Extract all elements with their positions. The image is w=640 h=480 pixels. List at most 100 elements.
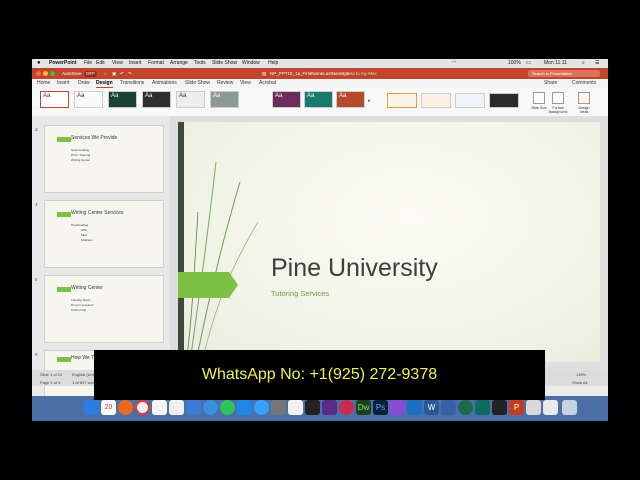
theme-office[interactable]: Aa	[40, 91, 69, 108]
slide-thumbnail-pane[interactable]: Services We Provide Grant funding Ph.D. …	[32, 116, 170, 418]
variant-4[interactable]	[489, 93, 519, 108]
wifi-icon[interactable]: ◠	[452, 59, 456, 68]
messages-icon[interactable]	[203, 400, 218, 415]
app-menu[interactable]: PowerPoint	[49, 59, 77, 68]
notes-icon[interactable]	[152, 400, 167, 415]
show-all-button[interactable]: Show All	[572, 380, 587, 385]
thumb-bullet: Writing Center	[71, 158, 91, 162]
theme-6[interactable]: Aa	[210, 91, 239, 108]
whatsapp-icon[interactable]	[220, 400, 235, 415]
share-button[interactable]: Share	[544, 79, 557, 88]
dreamweaver-icon[interactable]: Dw	[356, 400, 371, 415]
tab-animations[interactable]: Animations	[152, 79, 177, 88]
zoom-window-button[interactable]	[50, 71, 55, 76]
autosave-toggle[interactable]: OFF	[84, 70, 97, 77]
theme-5[interactable]: Aa	[176, 91, 205, 108]
variant-3[interactable]	[455, 93, 485, 108]
textedit-icon[interactable]	[169, 400, 184, 415]
minimize-window-button[interactable]	[43, 71, 48, 76]
sharepoint-icon[interactable]	[475, 400, 490, 415]
battery-percent[interactable]: 100%	[508, 59, 521, 68]
menu-edit[interactable]: Edit	[96, 59, 105, 68]
list-icon[interactable]: ☰	[595, 59, 599, 68]
slide-subtitle[interactable]: Tutoring Services	[271, 289, 329, 298]
tab-design[interactable]: Design	[96, 80, 113, 88]
finder-icon[interactable]	[84, 400, 99, 415]
tab-acrobat[interactable]: Acrobat	[259, 79, 276, 88]
zoom-level[interactable]: 135%	[576, 372, 586, 377]
tab-insert[interactable]: Insert	[57, 79, 70, 88]
slide-thumbnail-5[interactable]: Writing Center Tutoring hours Drop-in se…	[44, 275, 164, 343]
variant-1[interactable]	[387, 93, 417, 108]
trash-icon[interactable]	[562, 400, 577, 415]
outlook-icon[interactable]	[407, 400, 422, 415]
search-icon[interactable]: ⌕	[582, 59, 585, 68]
slide-editor[interactable]: Pine University Tutoring Services	[170, 116, 608, 370]
format-background-button[interactable]: Format Background	[548, 92, 568, 114]
xcode-icon[interactable]	[271, 400, 286, 415]
menu-tools[interactable]: Tools	[194, 59, 206, 68]
safari-icon[interactable]	[254, 400, 269, 415]
theme-4[interactable]: Aa	[142, 91, 171, 108]
page-count: Page 1 of 4	[40, 380, 61, 385]
battery-icon[interactable]: ▭	[526, 59, 531, 68]
menu-window[interactable]: Window	[242, 59, 260, 68]
menu-help[interactable]: Help	[268, 59, 278, 68]
menu-slide-show[interactable]: Slide Show	[212, 59, 237, 68]
design-ribbon: Aa Aa Aa Aa Aa Aa Aa Aa Aa ▸ Slide Size …	[32, 88, 608, 117]
redo-icon[interactable]: ↷	[128, 68, 132, 79]
unity-icon[interactable]	[305, 400, 320, 415]
chrome-icon[interactable]	[135, 400, 150, 415]
visual-studio-icon[interactable]	[390, 400, 405, 415]
tab-view[interactable]: View	[240, 79, 251, 88]
close-window-button[interactable]	[36, 71, 41, 76]
thumb-bullet: Grant funding	[71, 148, 90, 152]
tab-home[interactable]: Home	[37, 79, 50, 88]
save-icon[interactable]: ▣	[112, 68, 116, 79]
theme-3[interactable]: Aa	[108, 91, 137, 108]
downloads-icon[interactable]	[526, 400, 541, 415]
activity-monitor-icon[interactable]	[492, 400, 507, 415]
tab-slide-show[interactable]: Slide Show	[185, 79, 210, 88]
keynote-icon[interactable]	[186, 400, 201, 415]
calendar-icon[interactable]: 20	[101, 400, 116, 415]
menu-file[interactable]: File	[84, 59, 92, 68]
word-icon[interactable]: W	[424, 400, 439, 415]
undo-icon[interactable]: ↶	[120, 68, 124, 79]
clock[interactable]: Mon 11:11	[544, 59, 567, 68]
zoom-app-icon[interactable]	[237, 400, 252, 415]
apple-icon[interactable]: ●	[37, 59, 41, 68]
menu-arrange[interactable]: Arrange	[170, 59, 188, 68]
teams-icon[interactable]	[458, 400, 473, 415]
slide-title[interactable]: Pine University	[271, 254, 438, 283]
slide-size-button[interactable]: Slide Size	[529, 92, 549, 110]
slide-thumbnail-3[interactable]: Services We Provide Grant funding Ph.D. …	[44, 125, 164, 193]
tab-draw[interactable]: Draw	[78, 79, 90, 88]
design-ideas-button[interactable]: Design Ideas	[574, 92, 594, 114]
powerpoint-icon[interactable]: P	[509, 400, 524, 415]
menu-format[interactable]: Format	[148, 59, 164, 68]
theme-7[interactable]: Aa	[272, 91, 301, 108]
preview-icon[interactable]	[288, 400, 303, 415]
theme-9[interactable]: Aa	[336, 91, 365, 108]
tab-review[interactable]: Review	[217, 79, 233, 88]
theme-2[interactable]: Aa	[74, 91, 103, 108]
comments-button[interactable]: Comments	[572, 79, 596, 88]
saved-state: Saved to my Mac	[342, 71, 377, 76]
theme-gallery-more-icon[interactable]: ▸	[368, 98, 371, 104]
music-icon[interactable]	[339, 400, 354, 415]
photoshop-icon[interactable]: Ps	[373, 400, 388, 415]
tab-transitions[interactable]: Transitions	[120, 79, 144, 88]
menu-insert[interactable]: Insert	[129, 59, 142, 68]
vpn-icon[interactable]	[322, 400, 337, 415]
menu-view[interactable]: View	[112, 59, 123, 68]
firefox-icon[interactable]	[118, 400, 133, 415]
home-icon[interactable]: ⌂	[104, 68, 107, 79]
photos-folder-icon[interactable]	[543, 400, 558, 415]
current-slide[interactable]: Pine University Tutoring Services	[178, 122, 600, 362]
launchpad-icon[interactable]	[441, 400, 456, 415]
search-input[interactable]: Search in Presentation	[528, 70, 600, 77]
theme-8[interactable]: Aa	[304, 91, 333, 108]
slide-thumbnail-4[interactable]: Writing Center Services Proofreading APA…	[44, 200, 164, 268]
variant-2[interactable]	[421, 93, 451, 108]
